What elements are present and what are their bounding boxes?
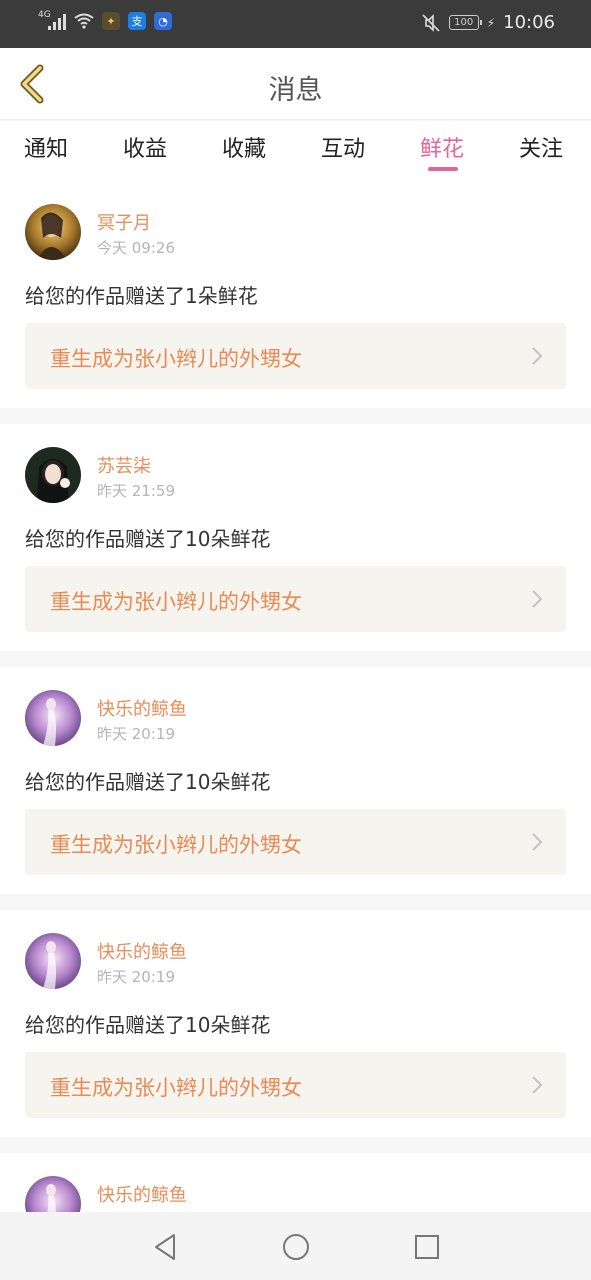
chevron-right-icon	[532, 1076, 543, 1094]
avatar[interactable]	[25, 933, 81, 989]
work-title: 重生成为张小辫儿的外甥女	[50, 1076, 302, 1100]
system-navigation-bar	[0, 1212, 591, 1280]
work-link[interactable]: 重生成为张小辫儿的外甥女	[25, 323, 566, 389]
app-notification-icon: ✦	[102, 12, 120, 30]
active-tab-indicator	[428, 167, 458, 171]
chevron-right-icon	[532, 833, 543, 851]
cellular-signal-icon: 4G	[38, 10, 66, 30]
recents-square-icon[interactable]	[412, 1232, 442, 1262]
list-item: 快乐的鲸鱼 昨天 20:19 给您的作品赠送了10朵鲜花 重生成为张小辫儿的外甥…	[0, 667, 591, 894]
mute-icon	[422, 13, 440, 32]
tab-flowers[interactable]: 鲜花	[420, 131, 464, 163]
timestamp: 昨天 20:19	[97, 968, 175, 986]
app-notification-icon: ◔	[154, 12, 172, 30]
message-text: 给您的作品赠送了10朵鲜花	[25, 770, 271, 794]
message-text: 给您的作品赠送了1朵鲜花	[25, 284, 258, 308]
tab-earnings[interactable]: 收益	[123, 131, 167, 163]
list-item: 快乐的鲸鱼 昨天 20:19 给您的作品赠送了10朵鲜花 重生成为张小辫儿的外甥…	[0, 910, 591, 1137]
home-circle-icon[interactable]	[281, 1232, 311, 1262]
list-item: 苏芸柒 昨天 21:59 给您的作品赠送了10朵鲜花 重生成为张小辫儿的外甥女	[0, 424, 591, 651]
work-title: 重生成为张小辫儿的外甥女	[50, 347, 302, 371]
wifi-icon	[74, 13, 94, 29]
tab-bar: 通知 收益 收藏 互动 鲜花 关注	[0, 121, 591, 181]
timestamp: 今天 09:26	[97, 239, 175, 257]
alipay-icon: 支	[128, 12, 146, 30]
status-bar: 4G ✦ 支 ◔ 100 ⚡ 10:06	[0, 0, 591, 48]
chevron-right-icon	[532, 347, 543, 365]
username[interactable]: 冥子月	[97, 209, 151, 235]
work-title: 重生成为张小辫儿的外甥女	[50, 590, 302, 614]
work-link[interactable]: 重生成为张小辫儿的外甥女	[25, 566, 566, 632]
avatar[interactable]	[25, 447, 81, 503]
message-text: 给您的作品赠送了10朵鲜花	[25, 1013, 271, 1037]
header: 消息	[0, 48, 591, 120]
network-type-label: 4G	[38, 10, 51, 20]
username[interactable]: 苏芸柒	[97, 452, 151, 478]
battery-icon: 100	[448, 15, 482, 30]
list-item: 快乐的鲸鱼	[0, 1153, 591, 1232]
tab-favorites[interactable]: 收藏	[222, 131, 266, 163]
timestamp: 昨天 20:19	[97, 725, 175, 743]
chevron-right-icon	[532, 590, 543, 608]
tab-notifications[interactable]: 通知	[24, 131, 68, 163]
back-triangle-icon[interactable]	[150, 1232, 180, 1262]
charging-icon: ⚡	[486, 15, 496, 30]
status-clock: 10:06	[503, 12, 555, 33]
page-title: 消息	[268, 75, 323, 106]
tab-follows[interactable]: 关注	[519, 131, 563, 163]
avatar[interactable]	[25, 690, 81, 746]
username[interactable]: 快乐的鲸鱼	[97, 695, 187, 721]
timestamp: 昨天 21:59	[97, 482, 175, 500]
work-link[interactable]: 重生成为张小辫儿的外甥女	[25, 809, 566, 875]
username[interactable]: 快乐的鲸鱼	[97, 1181, 187, 1207]
tab-interactions[interactable]: 互动	[321, 131, 365, 163]
avatar[interactable]	[25, 204, 81, 260]
work-title: 重生成为张小辫儿的外甥女	[50, 833, 302, 857]
username[interactable]: 快乐的鲸鱼	[97, 938, 187, 964]
list-item: 冥子月 今天 09:26 给您的作品赠送了1朵鲜花 重生成为张小辫儿的外甥女	[0, 181, 591, 408]
message-text: 给您的作品赠送了10朵鲜花	[25, 527, 271, 551]
work-link[interactable]: 重生成为张小辫儿的外甥女	[25, 1052, 566, 1118]
battery-level: 100	[454, 17, 474, 28]
